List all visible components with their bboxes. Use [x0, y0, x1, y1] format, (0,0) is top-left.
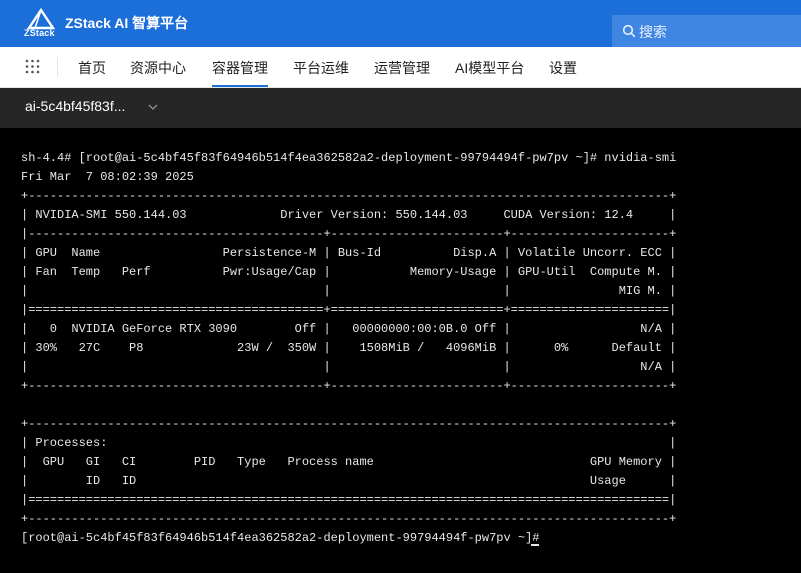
- terminal[interactable]: sh-4.4# [root@ai-5c4bf45f83f64946b514f4e…: [0, 128, 801, 573]
- nav-item-home[interactable]: 首页: [78, 58, 106, 78]
- top-header: ZStack ZStack AI 智算平台 搜索: [0, 0, 801, 47]
- app-title: ZStack AI 智算平台: [65, 15, 189, 31]
- search-placeholder: 搜索: [639, 24, 667, 40]
- nav-item-ai-model-platform[interactable]: AI模型平台: [455, 58, 524, 78]
- app-grid-icon[interactable]: [25, 59, 40, 74]
- main-nav: 首页 资源中心 容器管理 平台运维 运营管理 AI模型平台 设置: [0, 47, 801, 88]
- nav-item-platform-ops[interactable]: 平台运维: [293, 58, 349, 78]
- nav-item-operations[interactable]: 运营管理: [374, 58, 430, 78]
- search-icon: [622, 24, 636, 38]
- terminal-output[interactable]: sh-4.4# [root@ai-5c4bf45f83f64946b514f4e…: [21, 149, 676, 548]
- nav-item-container-mgmt[interactable]: 容器管理: [212, 58, 268, 87]
- pod-selector-bar: ai-5c4bf45f83f...: [0, 88, 801, 128]
- nav-divider: [57, 57, 58, 77]
- nav-item-resources[interactable]: 资源中心: [130, 58, 186, 78]
- logo-text: ZStack: [24, 28, 55, 38]
- terminal-cursor: [531, 544, 539, 546]
- nav-item-settings[interactable]: 设置: [549, 58, 577, 78]
- pod-selector[interactable]: ai-5c4bf45f83f...: [25, 98, 125, 114]
- chevron-down-icon[interactable]: [148, 102, 158, 112]
- search-box[interactable]: 搜索: [612, 15, 801, 47]
